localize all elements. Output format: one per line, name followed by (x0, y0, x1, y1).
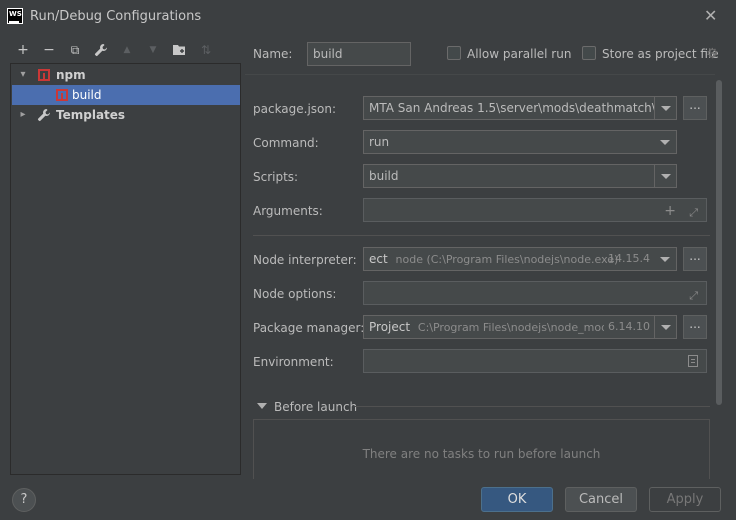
document-icon[interactable] (688, 355, 698, 367)
configurations-tree: ▾ npm build ▸ Templates (10, 63, 241, 475)
command-combo[interactable]: run (363, 130, 677, 154)
apply-button[interactable]: Apply (649, 487, 721, 512)
close-icon[interactable]: ✕ (704, 6, 717, 26)
before-launch-empty-text: There are no tasks to run before launch (362, 447, 601, 461)
tree-item-label: build (72, 88, 102, 102)
ok-button[interactable]: OK (481, 487, 553, 512)
move-up-icon[interactable]: ▲ (117, 40, 137, 60)
move-down-icon[interactable]: ▼ (143, 40, 163, 60)
node-interpreter-version: 14.15.4 (608, 252, 650, 265)
divider (245, 74, 715, 75)
command-label: Command: (253, 136, 319, 150)
node-interpreter-prefix: ect (369, 252, 388, 266)
chevron-down-icon[interactable] (257, 403, 267, 409)
divider (253, 235, 710, 236)
package-manager-label: Package manager: (253, 321, 365, 335)
package-manager-browse-button[interactable]: ... (683, 315, 707, 339)
environment-label: Environment: (253, 355, 334, 369)
package-manager-combo[interactable]: Project C:\Program Files\nodejs\node_mod… (363, 315, 677, 339)
arguments-label: Arguments: (253, 204, 323, 218)
sort-icon[interactable]: ⇅ (196, 40, 216, 60)
webstorm-logo-icon: WS (7, 8, 23, 24)
store-as-project-label[interactable]: Store as project file (602, 46, 719, 62)
name-label: Name: (253, 47, 293, 61)
expand-icon[interactable]: ⤢ (689, 285, 698, 304)
dialog-title: Run/Debug Configurations (30, 9, 202, 24)
add-icon[interactable]: + (13, 40, 33, 60)
node-options-label: Node options: (253, 287, 337, 301)
chevron-right-icon[interactable]: ▸ (17, 105, 29, 125)
before-launch-title[interactable]: Before launch (274, 399, 357, 415)
npm-icon (56, 89, 68, 101)
logo-text: WS (9, 10, 22, 18)
node-interpreter-combo[interactable]: ect node (C:\Program Files\nodejs\node.e… (363, 247, 677, 271)
package-manager-path: C:\Program Files\nodejs\node_mod (417, 321, 609, 334)
node-interpreter-browse-button[interactable]: ... (683, 247, 707, 271)
chevron-down-icon[interactable] (654, 316, 676, 338)
node-options-field[interactable]: ⤢ (363, 281, 707, 305)
chevron-down-icon[interactable] (654, 165, 676, 187)
chevron-down-icon[interactable] (654, 97, 676, 119)
tree-item-templates[interactable]: ▸ Templates (12, 105, 240, 125)
copy-icon[interactable]: ⧉ (65, 40, 85, 60)
scripts-label: Scripts: (253, 170, 299, 184)
chevron-down-icon[interactable] (654, 131, 676, 153)
expand-icon[interactable]: ⤢ (689, 202, 698, 221)
tree-item-label: npm (56, 68, 86, 82)
npm-icon (38, 69, 50, 81)
arguments-field[interactable]: + ⤢ (363, 198, 707, 222)
new-folder-icon[interactable] (170, 40, 190, 60)
package-json-value: MTA San Andreas 1.5\server\mods\deathmat… (369, 101, 677, 115)
package-json-browse-button[interactable]: ... (683, 96, 707, 120)
scripts-value: build (369, 169, 399, 183)
scripts-combo[interactable]: build (363, 164, 677, 188)
chevron-down-icon[interactable] (654, 248, 676, 270)
name-field[interactable]: build (307, 42, 411, 66)
tree-item-label: Templates (56, 108, 126, 122)
remove-icon[interactable]: − (39, 40, 59, 60)
node-interpreter-label: Node interpreter: (253, 253, 357, 267)
wrench-icon[interactable] (91, 40, 111, 60)
environment-field[interactable] (363, 349, 707, 373)
cancel-button[interactable]: Cancel (565, 487, 637, 512)
wrench-icon (37, 105, 51, 129)
tree-item-build[interactable]: build (12, 85, 240, 105)
store-as-project-checkbox[interactable] (582, 46, 596, 60)
package-json-combo[interactable]: MTA San Andreas 1.5\server\mods\deathmat… (363, 96, 677, 120)
gear-icon[interactable]: ⚙ (706, 46, 719, 62)
node-interpreter-path: node (C:\Program Files\nodejs\node.exe) (395, 253, 619, 266)
plus-icon[interactable]: + (664, 200, 676, 221)
allow-parallel-checkbox[interactable] (447, 46, 461, 60)
package-manager-prefix: Project (369, 320, 411, 334)
title-bar: WS Run/Debug Configurations ✕ (0, 0, 736, 33)
configurations-toolbar: + − ⧉ ▲ ▼ ⇅ (10, 40, 240, 60)
scrollbar[interactable] (716, 80, 722, 405)
command-value: run (369, 135, 390, 149)
before-launch-panel: There are no tasks to run before launch (253, 419, 710, 479)
help-button[interactable]: ? (12, 488, 36, 512)
package-json-label: package.json: (253, 102, 337, 116)
allow-parallel-label[interactable]: Allow parallel run (467, 46, 571, 62)
divider (355, 406, 710, 407)
chevron-down-icon[interactable]: ▾ (17, 65, 29, 85)
tree-item-npm[interactable]: ▾ npm (12, 65, 240, 85)
package-manager-version: 6.14.10 (604, 316, 650, 338)
